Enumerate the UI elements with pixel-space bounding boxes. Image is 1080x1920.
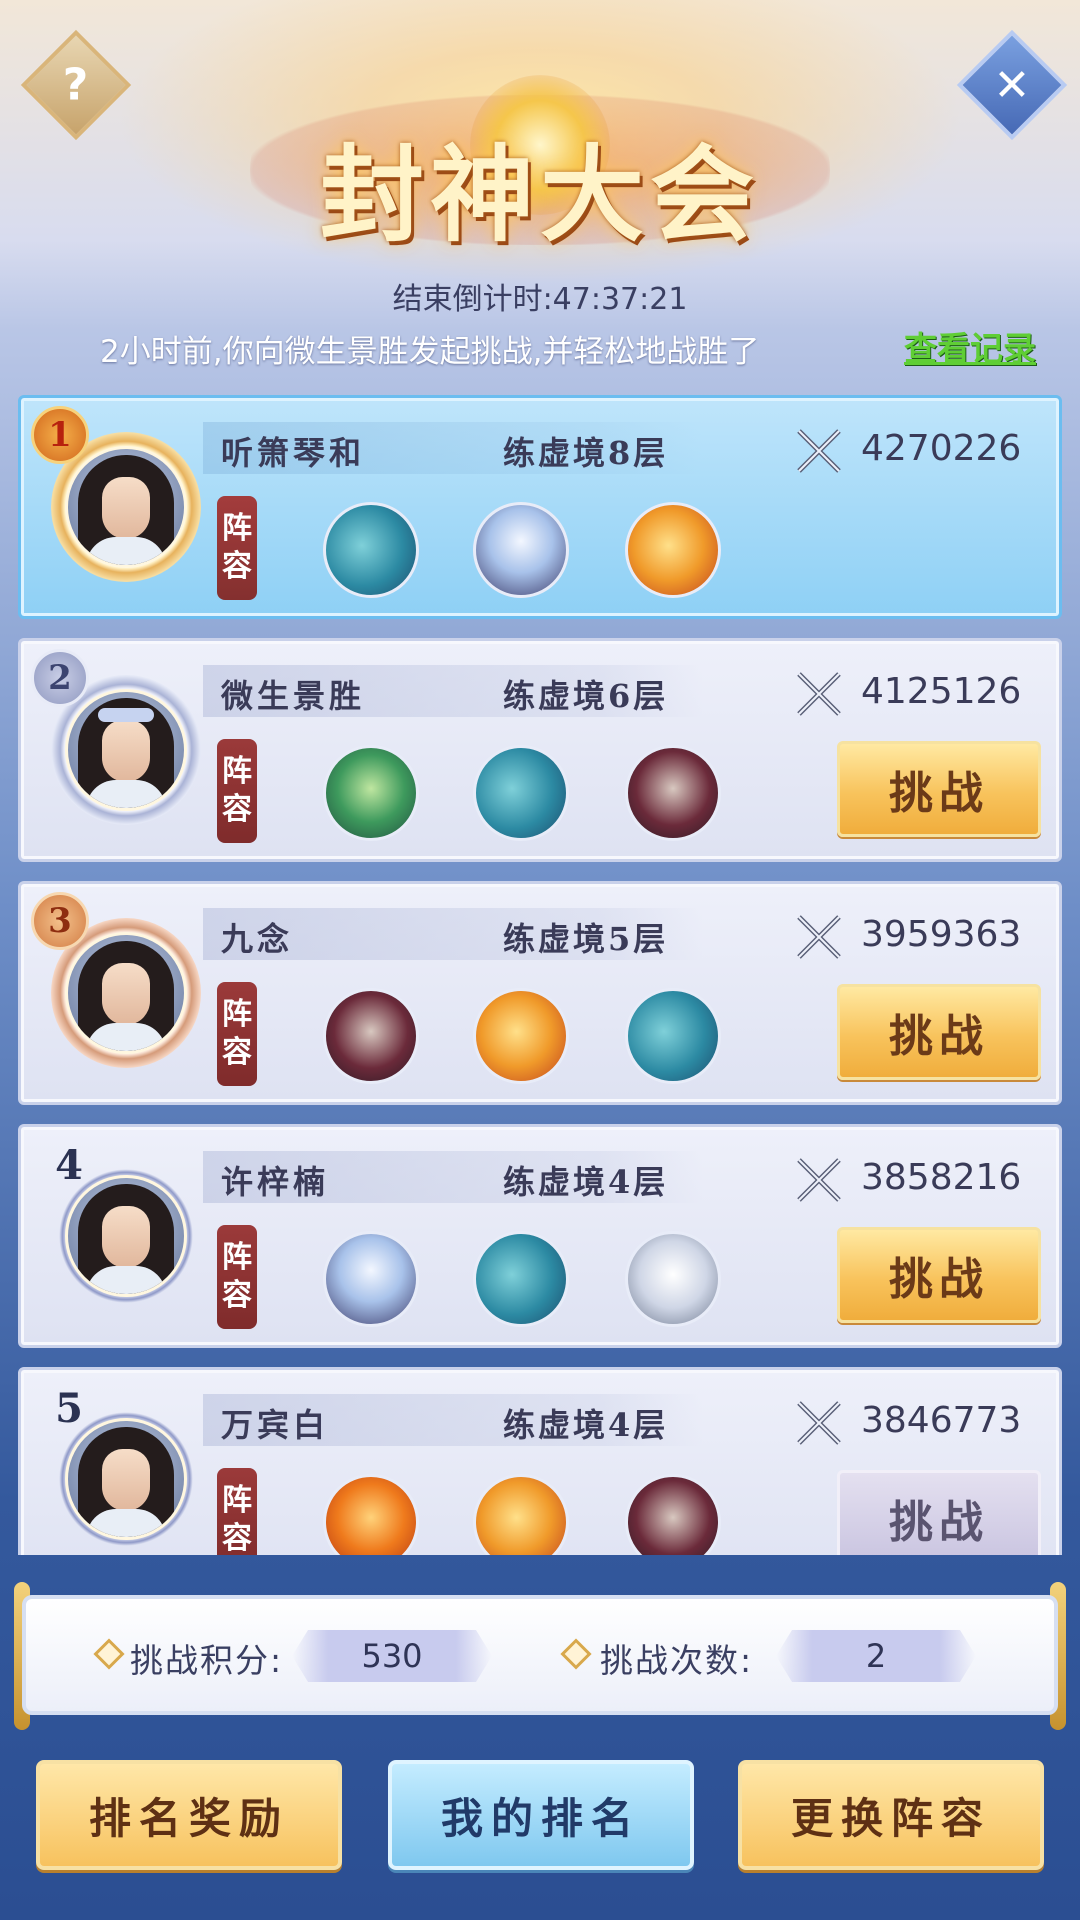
whale-spirit-icon[interactable] <box>473 1231 569 1327</box>
whale-spirit-icon[interactable] <box>323 502 419 598</box>
page-title: 封神大会 <box>319 133 760 256</box>
player-name: 万宾白 <box>221 1406 330 1444</box>
avatar[interactable] <box>65 932 187 1054</box>
player-realm: 练虚境5层 <box>503 920 669 958</box>
ranking-card: 4 许梓楠 练虚境4层 3858216 阵容 挑战 <box>18 1124 1062 1348</box>
ranking-card: 3 九念 练虚境5层 3959363 阵容 挑战 <box>18 881 1062 1105</box>
crossed-swords-icon <box>797 672 841 716</box>
change-lineup-button[interactable]: 更换阵容 <box>738 1760 1044 1870</box>
rank-badge: 2 <box>31 649 89 707</box>
combat-power: 4125126 <box>861 671 1022 712</box>
fire-dragon-icon[interactable] <box>625 502 721 598</box>
rank-badge: 3 <box>31 892 89 950</box>
fire-dragon-icon[interactable] <box>473 1474 569 1555</box>
combat-power: 4270226 <box>861 428 1022 469</box>
lineup-tag: 阵容 <box>217 739 257 843</box>
combat-power: 3959363 <box>861 914 1022 955</box>
player-realm: 练虚境6层 <box>503 677 669 715</box>
whale-spirit-icon[interactable] <box>625 988 721 1084</box>
challenge-points-label: 挑战积分: <box>130 1641 284 1680</box>
crossed-swords-icon <box>797 1401 841 1445</box>
whale-spirit-icon[interactable] <box>473 745 569 841</box>
player-realm: 练虚境4层 <box>503 1163 669 1201</box>
fire-dragon-icon[interactable] <box>473 988 569 1084</box>
ranking-card: 5 万宾白 练虚境4层 3846773 阵容 挑战 <box>18 1367 1062 1555</box>
countdown-timer: 结束倒计时:47:37:21 <box>392 282 688 317</box>
lineup-tag: 阵容 <box>217 1225 257 1329</box>
close-x-icon: ✕ <box>993 59 1031 111</box>
ranking-card: 2 微生景胜 练虚境6层 4125126 阵容 挑战 <box>18 638 1062 862</box>
question-mark-icon: ? <box>63 59 89 111</box>
dark-beast-icon[interactable] <box>323 988 419 1084</box>
rank-number: 4 <box>55 1141 83 1189</box>
avatar[interactable] <box>65 1418 187 1540</box>
lineup-tag: 阵容 <box>217 982 257 1086</box>
challenge-button[interactable]: 挑战 <box>837 984 1041 1080</box>
challenge-button[interactable]: 挑战 <box>837 1470 1041 1555</box>
lineup-tag: 阵容 <box>217 496 257 600</box>
dark-beast-icon[interactable] <box>625 745 721 841</box>
azure-dragon-icon[interactable] <box>473 502 569 598</box>
player-realm: 练虚境8层 <box>503 434 669 472</box>
avatar[interactable] <box>65 1175 187 1297</box>
challenge-attempts-label: 挑战次数: <box>600 1641 754 1680</box>
crossed-swords-icon <box>797 1158 841 1202</box>
combat-power: 3858216 <box>861 1157 1022 1198</box>
dark-beast-icon[interactable] <box>625 1474 721 1555</box>
ranking-list[interactable]: 1 听箫琴和 练虚境8层 4270226 阵容 2 微生景胜 练虚境6层 412… <box>18 395 1062 1555</box>
player-realm: 练虚境4层 <box>503 1406 669 1444</box>
combat-power: 3846773 <box>861 1400 1022 1441</box>
rank-badge: 1 <box>31 406 89 464</box>
phoenix-icon[interactable] <box>323 1474 419 1555</box>
azure-dragon-icon[interactable] <box>323 1231 419 1327</box>
green-dragon-icon[interactable] <box>323 745 419 841</box>
challenge-button[interactable]: 挑战 <box>837 741 1041 837</box>
player-name: 微生景胜 <box>221 677 366 715</box>
white-tiger-icon[interactable] <box>625 1231 721 1327</box>
avatar[interactable] <box>65 446 187 568</box>
lineup-tag: 阵容 <box>217 1468 257 1555</box>
player-name: 九念 <box>221 920 294 958</box>
my-ranking-button[interactable]: 我的排名 <box>388 1760 694 1870</box>
view-record-link[interactable]: 查看记录 <box>904 322 1036 370</box>
player-name: 听箫琴和 <box>221 434 366 472</box>
rank-number: 5 <box>55 1384 83 1432</box>
crossed-swords-icon <box>797 915 841 959</box>
challenge-attempts-value: 2 <box>776 1630 976 1682</box>
challenge-button[interactable]: 挑战 <box>837 1227 1041 1323</box>
crossed-swords-icon <box>797 429 841 473</box>
avatar[interactable] <box>65 689 187 811</box>
battle-log-message: 2小时前,你向微生景胜发起挑战,并轻松地战胜了 <box>100 334 760 370</box>
ranking-rewards-button[interactable]: 排名奖励 <box>36 1760 342 1870</box>
player-name: 许梓楠 <box>221 1163 330 1201</box>
challenge-points-value: 530 <box>292 1630 492 1682</box>
ranking-card: 1 听箫琴和 练虚境8层 4270226 阵容 <box>18 395 1062 619</box>
